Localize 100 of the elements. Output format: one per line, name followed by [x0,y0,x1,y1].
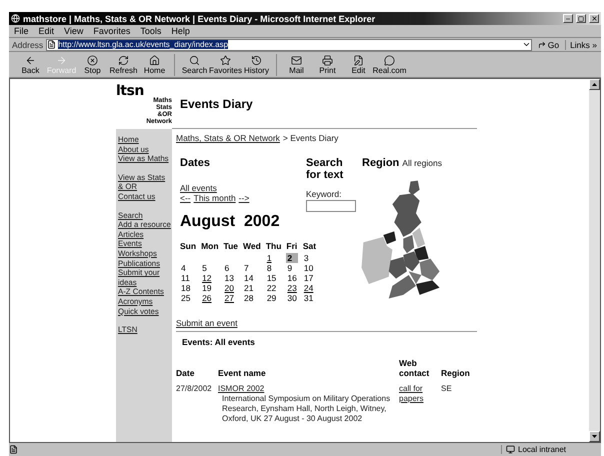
calendar-day[interactable]: 20 [224,283,238,293]
section-heading: Search for text [306,157,344,181]
calendar-day[interactable]: 24 [302,283,316,293]
breadcrumb-text: > Events Diary [282,133,338,143]
star-icon [220,54,231,66]
event-link[interactable]: ISMOR 2002 [218,384,395,394]
column-header: Region [441,368,471,378]
menu-item[interactable]: View [59,26,88,36]
window-title: mathstore | Maths, Stats & OR Network | Events Diary - Microsoft Internet Explorer [23,14,376,24]
menu-item[interactable]: Favorites [88,26,136,36]
calendar-day[interactable]: 12 [201,273,219,283]
calendar-day: 19 [201,283,219,293]
toolbar-button[interactable]: Home [139,54,170,74]
toolbar-button[interactable]: Stop [77,54,108,74]
menu-item[interactable]: Help [166,26,195,36]
weekday-header: Tue [224,241,238,251]
close-button[interactable] [589,14,599,23]
calendar-day: 15 [266,273,282,283]
month-nav-link[interactable]: <-- [180,193,191,203]
scroll-down-button[interactable] [589,431,600,442]
calendar-day: 22 [266,283,282,293]
column-header: Event name [218,368,267,378]
column-header: Date [176,368,196,378]
calendar-day: 2 [286,253,298,263]
calendar-day: 21 [243,283,261,293]
logo-text: ltsn [116,85,144,97]
calendar-day: 14 [243,273,261,283]
calendar-day: 3 [302,253,316,263]
region-value: All regions [402,158,442,168]
column-header: Web contact [399,358,430,378]
page-title: Events Diary [180,96,253,110]
scrollbar[interactable] [589,79,600,442]
toolbar-button[interactable]: History [241,54,272,74]
month-nav-link[interactable]: --> [238,193,250,203]
refresh-icon [118,54,129,66]
calendar-day: 4 [180,263,196,273]
minimize-icon [565,16,571,22]
calendar-day: 6 [224,263,238,273]
weekday-header: Sat [302,241,316,251]
toolbar-button[interactable]: Real.com [374,54,405,74]
maximize-icon [578,16,584,22]
keyword-field[interactable] [306,200,356,212]
toolbar-button[interactable]: Favorites [210,54,241,74]
scroll-up-button[interactable] [589,79,600,90]
address-label: Address [11,40,44,50]
go-button[interactable]: Go [532,40,566,50]
weekday-header: Wed [243,241,261,251]
web-contact-link[interactable]: call for papers [399,384,437,404]
calendar-day: 29 [266,293,282,303]
intranet-icon [506,445,515,454]
printer-icon [322,54,333,66]
close-icon [590,15,598,22]
event-description: International Symposium on Military Operations Research, Eynsham Hall, North Leigh, Witney, Oxford, UK 27 August - 30 August 2002 [221,394,392,424]
home-icon [149,54,160,66]
status-zone: Local intranet [518,445,566,454]
calendar-day: 18 [180,283,196,293]
calendar-day: 31 [302,293,316,303]
up-triangle-icon [592,83,597,86]
calendar-day: 30 [286,293,298,303]
weekday-header: Sun [180,241,196,251]
calendar-day: 13 [224,273,238,283]
edit-icon [353,54,364,66]
all-events-link[interactable]: All events [180,183,306,193]
browser-icon [11,14,20,23]
links-button[interactable]: Links » [565,40,601,50]
toolbar-button[interactable]: Back [15,54,46,74]
maximize-button[interactable] [576,14,586,23]
speech-bubble-icon [384,54,395,66]
menu-item[interactable]: Tools [135,26,166,36]
keyword-label: Keyword: [306,189,342,199]
toolbar-button[interactable]: Print [312,54,343,74]
calendar-day[interactable]: 26 [201,293,219,303]
calendar-day: 28 [243,293,261,303]
month-title: August 2002 [180,213,281,231]
toolbar-button[interactable]: Edit [343,54,374,74]
address-field[interactable]: http://www.ltsn.gla.ac.uk/events_diary/index.asp [46,38,532,50]
weekday-header: Fri [286,241,298,251]
calendar-day: 11 [180,273,196,283]
calendar-day: 10 [302,263,316,273]
minimize-button[interactable] [563,14,573,23]
calendar-day: 5 [201,263,219,273]
calendar-day[interactable]: 1 [266,253,282,263]
page-icon [47,40,56,49]
stop-icon [87,54,98,66]
submit-event-link[interactable]: Submit an event [176,318,238,328]
toolbar-button[interactable]: Search [179,54,210,74]
forward-arrow-icon [56,54,67,66]
calendar-day[interactable]: 27 [224,293,238,303]
down-triangle-icon [592,435,597,438]
section-heading: Dates [180,157,211,169]
breadcrumb-link[interactable]: Maths, Stats & OR Network [176,133,280,143]
month-nav-link[interactable]: This month [194,193,236,203]
calendar-day: 9 [286,263,298,273]
menu-item[interactable]: File [9,26,34,36]
mail-icon [291,54,302,66]
toolbar-button[interactable]: Refresh [108,54,139,74]
calendar-day: 8 [266,263,282,273]
calendar-day[interactable]: 23 [286,283,298,293]
toolbar-button[interactable]: Mail [281,54,312,74]
menu-item[interactable]: Edit [34,26,60,36]
